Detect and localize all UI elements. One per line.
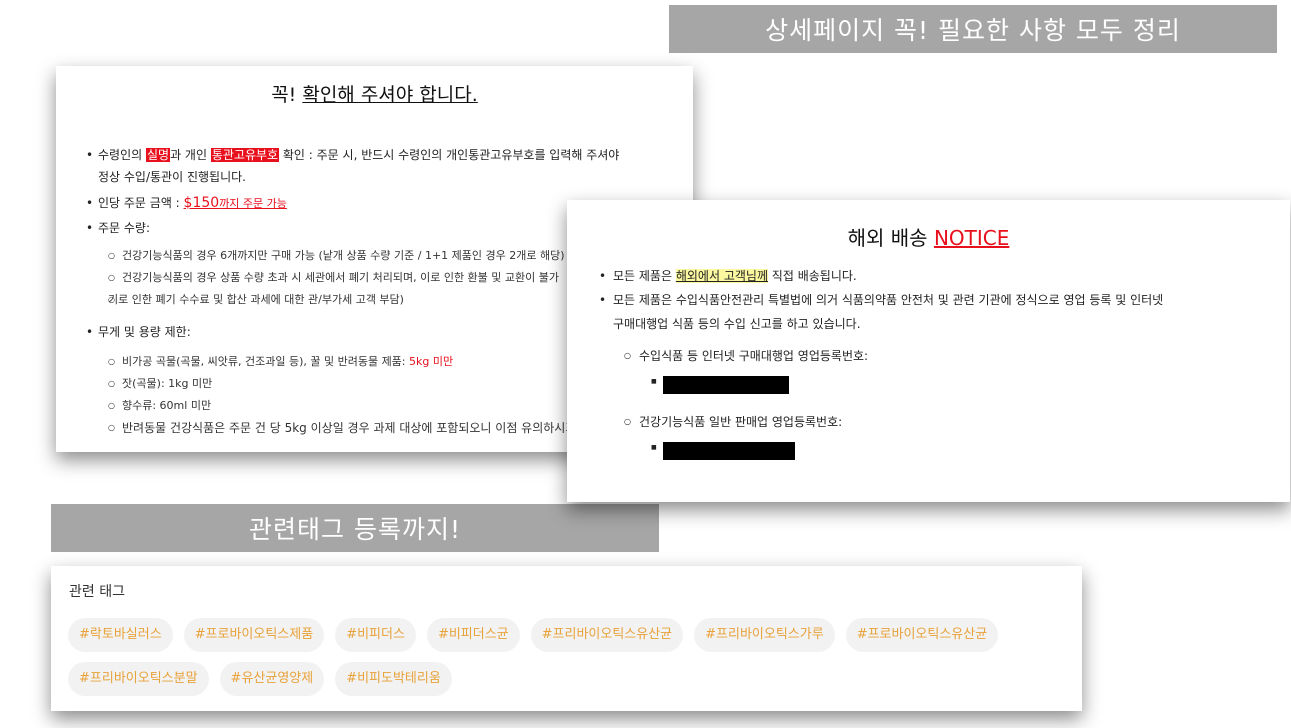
text: 인당 주문 금액 : — [98, 196, 184, 210]
tag-chip[interactable]: #프리바이오틱스분말 — [68, 662, 209, 696]
top-banner-text: 상세페이지 꼭! 필요한 사항 모두 정리 — [765, 16, 1181, 45]
text: 정상 수입/통관이 진행됩니다. — [98, 170, 246, 184]
text: 건강기능식품 일반 판매업 영업등록번호: — [639, 415, 843, 429]
highlight-overseas: 해외에서 고객님께 — [675, 269, 768, 283]
tags-banner: 관련태그 등록까지! — [51, 504, 659, 552]
tag-chip[interactable]: #프리바이오틱스유산균 — [530, 618, 684, 652]
tag-chip[interactable]: #유산균영양제 — [219, 662, 325, 696]
redaction-bar — [663, 442, 795, 460]
tag-chip[interactable]: #락토바실러스 — [68, 618, 173, 652]
text: 건강기능식품의 경우 6개까지만 구매 가능 (낱개 상품 수량 기준 / 1+… — [122, 249, 565, 262]
tag-chip[interactable]: #비피도박테리움 — [335, 662, 452, 696]
tags-heading: 관련 태그 — [69, 584, 125, 600]
price-limit: $150 — [183, 195, 220, 211]
tag-chip[interactable]: #프리바이오틱스가루 — [694, 618, 835, 652]
text: 직접 배송됩니다. — [767, 269, 857, 283]
text: 건강기능식품의 경우 상품 수량 초과 시 세관에서 폐기 처리되며, 이로 인… — [122, 271, 560, 284]
text: 잣(곡물): 1kg 미만 — [122, 377, 213, 390]
notice-sub-import-reg: 수입식품 등 인터넷 구매대행업 영업등록번호: — [567, 344, 1290, 368]
notice-sub-health-reg: 건강기능식품 일반 판매업 영업등록번호: — [567, 410, 1290, 434]
quantity-label: 주문 수량: — [98, 221, 151, 235]
confirm-title-prefix: 꼭! — [271, 84, 303, 106]
text: 향수류: 60ml 미만 — [122, 399, 212, 412]
text: 모든 제품은 — [613, 269, 676, 283]
text: 구매대행업 식품 등의 수입 신고를 하고 있습니다. — [613, 317, 861, 331]
text: 반려동물 건강식품은 주문 건 당 5kg 이상일 경우 과제 대상에 포함되오… — [122, 421, 629, 435]
top-banner: 상세페이지 꼭! 필요한 사항 모두 정리 — [669, 5, 1277, 53]
list-item-recipient: 수령인의 실명과 개인 통관고유부호 확인 : 주문 시, 반드시 수령인의 개… — [56, 144, 693, 188]
redacted-number-2 — [567, 440, 1290, 462]
notice-item-registration: 모든 제품은 수입식품안전관리 특별법에 의거 식품의약품 안전처 및 관련 기… — [567, 288, 1290, 336]
redaction-bar — [663, 376, 789, 394]
text: 수입식품 등 인터넷 구매대행업 영업등록번호: — [639, 349, 869, 363]
notice-title-accent: NOTICE — [933, 226, 1010, 250]
tag-chip[interactable]: #프로바이오틱스유산균 — [845, 618, 999, 652]
weight-limit-red: 5kg 미만 — [409, 355, 454, 368]
text: 확인 : 주문 시, 반드시 수령인의 개인통관고유부호를 입력해 주셔야 — [279, 148, 620, 162]
notice-card: 해외 배송 NOTICE 모든 제품은 해외에서 고객님께 직접 배송됩니다. … — [567, 200, 1290, 502]
tags-list: #락토바실러스 #프로바이오틱스제품 #비피더스 #비피더스균 #프리바이오틱스… — [68, 618, 1068, 696]
tag-chip[interactable]: #프로바이오틱스제품 — [183, 618, 325, 652]
text: 모든 제품은 수입식품안전관리 특별법에 의거 식품의약품 안전처 및 관련 기… — [613, 293, 1164, 307]
text: 비가공 곡물(곡물, 씨앗류, 건조과일 등), 꿀 및 반려동물 제품: — [122, 355, 410, 368]
text: 기로 인한 폐기 수수료 및 합산 과세에 대한 관/부가세 고객 부담) — [108, 293, 404, 306]
highlight-realname: 실명 — [145, 148, 171, 162]
notice-list: 모든 제품은 해외에서 고객님께 직접 배송됩니다. 모든 제품은 수입식품안전… — [567, 264, 1290, 462]
notice-title: 해외 배송 NOTICE — [567, 222, 1290, 251]
price-note: 까지 주문 가능 — [219, 197, 287, 210]
tag-chip[interactable]: #비피더스균 — [426, 618, 520, 652]
confirm-title-main: 확인해 주셔야 합니다. — [302, 84, 478, 106]
notice-item-shipping: 모든 제품은 해외에서 고객님께 직접 배송됩니다. — [567, 264, 1290, 288]
redacted-number-1 — [567, 374, 1290, 396]
text: 수령인의 — [98, 148, 146, 162]
tags-card: 관련 태그 #락토바실러스 #프로바이오틱스제품 #비피더스 #비피더스균 #프… — [51, 566, 1082, 711]
text: 과 개인 — [170, 148, 211, 162]
weight-label: 무게 및 용량 제한: — [98, 325, 191, 339]
highlight-customs-code: 통관고유부호 — [210, 148, 280, 162]
tag-chip[interactable]: #비피더스 — [335, 618, 416, 652]
tags-banner-text: 관련태그 등록까지! — [249, 515, 461, 544]
notice-title-prefix: 해외 배송 — [847, 226, 934, 250]
confirm-title: 꼭! 확인해 주셔야 합니다. — [56, 80, 693, 107]
